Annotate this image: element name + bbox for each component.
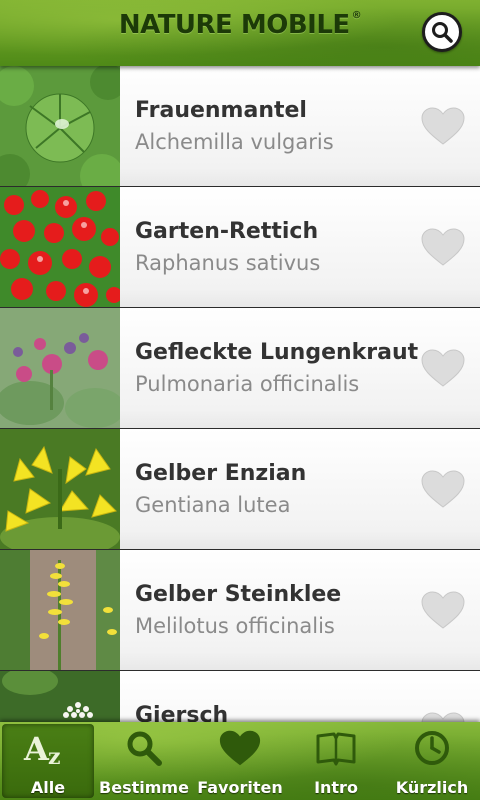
tab-label: Intro bbox=[314, 778, 358, 797]
tab-label: Kürzlich bbox=[395, 778, 469, 797]
tab-alle[interactable]: A z Alle bbox=[2, 724, 94, 798]
logo-text: NATURE MOBILE bbox=[118, 10, 350, 40]
clock-icon bbox=[384, 728, 480, 768]
favorite-heart-icon[interactable] bbox=[420, 711, 466, 722]
registered-mark: ® bbox=[351, 10, 362, 21]
plant-common-name: Gefleckte Lungenkraut bbox=[135, 340, 419, 365]
plant-common-name: Giersch bbox=[135, 703, 229, 722]
plant-common-name: Gelber Enzian bbox=[135, 461, 307, 486]
plant-row[interactable]: Garten-Rettich Raphanus sativus bbox=[0, 187, 480, 308]
tab-kuerzlich[interactable]: Kürzlich bbox=[384, 722, 480, 800]
book-icon bbox=[288, 728, 384, 768]
plant-thumbnail bbox=[0, 187, 120, 307]
app-header: NATURE MOBILE ® bbox=[0, 0, 480, 66]
tab-bestimme[interactable]: Bestimme bbox=[96, 722, 192, 800]
plant-row[interactable]: Frauenmantel Alchemilla vulgaris bbox=[0, 66, 480, 187]
plant-common-name: Garten-Rettich bbox=[135, 219, 319, 244]
plant-latin-name: Gentiana lutea bbox=[135, 493, 291, 517]
plant-row[interactable]: Giersch bbox=[0, 671, 480, 722]
plant-latin-name: Raphanus sativus bbox=[135, 251, 321, 275]
plant-common-name: Frauenmantel bbox=[135, 98, 307, 123]
tab-label: Alle bbox=[30, 778, 66, 797]
plant-row[interactable]: Gefleckte Lungenkraut Pulmonaria officin… bbox=[0, 308, 480, 429]
favorite-heart-icon[interactable] bbox=[420, 106, 466, 146]
plant-list[interactable]: Frauenmantel Alchemilla vulgaris Garten-… bbox=[0, 66, 480, 722]
plant-latin-name: Alchemilla vulgaris bbox=[135, 130, 334, 154]
favorite-heart-icon[interactable] bbox=[420, 348, 466, 388]
plant-thumbnail bbox=[0, 308, 120, 428]
favorite-heart-icon[interactable] bbox=[420, 227, 466, 267]
bottom-tab-bar: A z Alle Bestimme Favoriten Intro Kürzli… bbox=[0, 722, 480, 800]
plant-thumbnail bbox=[0, 550, 120, 670]
plant-row[interactable]: Gelber Enzian Gentiana lutea bbox=[0, 429, 480, 550]
search-icon bbox=[432, 22, 453, 43]
svg-text:A: A bbox=[23, 730, 50, 768]
search-button[interactable] bbox=[422, 12, 462, 52]
plant-common-name: Gelber Steinklee bbox=[135, 582, 342, 607]
plant-latin-name: Pulmonaria officinalis bbox=[135, 372, 360, 396]
tab-label: Favoriten bbox=[197, 778, 283, 797]
tab-intro[interactable]: Intro bbox=[288, 722, 384, 800]
favorite-heart-icon[interactable] bbox=[420, 590, 466, 630]
plant-row[interactable]: Gelber Steinklee Melilotus officinalis bbox=[0, 550, 480, 671]
favorite-heart-icon[interactable] bbox=[420, 469, 466, 509]
az-icon: A z bbox=[2, 728, 94, 768]
plant-latin-name: Melilotus officinalis bbox=[135, 614, 335, 638]
app-logo: NATURE MOBILE ® bbox=[0, 10, 480, 40]
plant-thumbnail bbox=[0, 671, 120, 722]
tab-favoriten[interactable]: Favoriten bbox=[192, 722, 288, 800]
plant-thumbnail bbox=[0, 429, 120, 549]
tab-label: Bestimme bbox=[99, 778, 189, 797]
svg-text:z: z bbox=[48, 744, 61, 768]
heart-icon bbox=[192, 728, 288, 768]
plant-thumbnail bbox=[0, 66, 120, 186]
magnifier-icon bbox=[96, 728, 192, 768]
